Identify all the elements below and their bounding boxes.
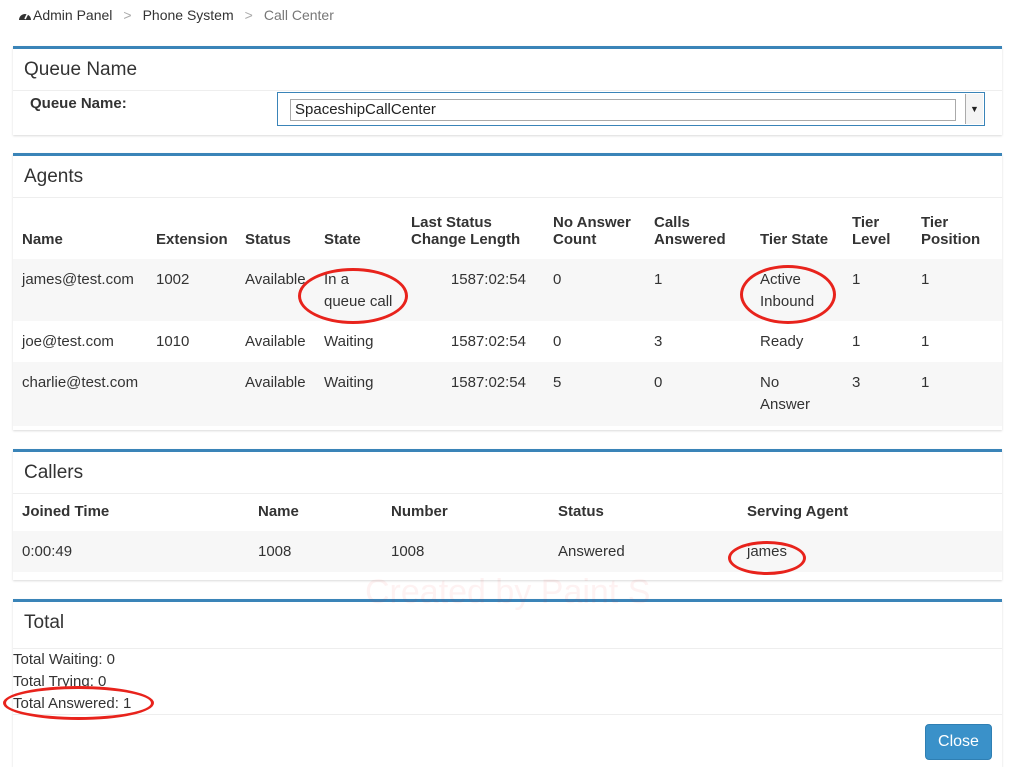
queue-name-selected-value: SpaceshipCallCenter [290,99,956,121]
agent-tier-position: 1 [921,333,930,350]
column-header-caller-name: Name [258,503,299,520]
column-header-name: Name [22,231,63,248]
cell-line: queue call [324,293,393,310]
table-row: charlie@test.com Available Waiting 1587:… [13,362,1002,426]
agent-name: james@test.com [13,259,147,321]
queue-panel: Queue Name Queue Name: SpaceshipCallCent… [13,46,1002,135]
header-line: Change Length [411,231,521,248]
total-trying: Total Trying: 0 [13,673,107,690]
header-line: Tier [921,214,949,231]
table-row: 0:00:49 1008 1008 Answered james [13,531,1002,572]
agents-table: Name Extension Status State Last Status C… [13,198,1002,426]
table-row: joe@test.com 1010 Available Waiting 1587… [13,321,1002,362]
header-line: Count [553,231,597,248]
total-answered: Total Answered: 1 [13,695,132,712]
agent-state: Waiting [324,333,374,350]
agents-panel: Agents Name Extension Status State Last … [13,153,1002,430]
dashboard-icon [19,12,31,20]
agents-panel-title: Agents [13,156,1002,198]
table-row: james@test.com 1002 Available In a queue … [13,259,1002,321]
caller-number: 1008 [382,531,549,572]
agent-status: Available [245,333,306,350]
agent-calls-answered: 1 [645,259,751,321]
header-line: Calls [654,214,690,231]
agent-no-answer-count: 0 [553,333,562,350]
breadcrumb-phone-system[interactable]: Phone System [143,7,234,23]
header-line: Answered [654,231,726,248]
column-header-tier-state: Tier State [760,231,829,248]
column-header-number: Number [391,503,448,520]
queue-panel-title: Queue Name [13,49,1002,91]
cell-line: Answer [760,396,811,413]
column-header-status: Status [245,231,291,248]
header-line: No Answer [553,214,631,231]
agent-no-answer-count: 5 [544,362,645,426]
breadcrumb-call-center: Call Center [263,7,334,23]
column-header-calls-answered: Calls Answered [645,198,751,259]
header-line: Last Status [411,214,492,231]
agent-last-status-length: 1587:02:54 [402,259,544,321]
agent-tier-level: 1 [843,259,912,321]
agent-name: charlie@test.com [13,362,147,426]
cell-line: In a [324,271,350,288]
agent-last-status-length: 1587:02:54 [402,362,544,426]
table-header-row: Joined Time Name Number Status Serving A… [13,494,1002,531]
agent-tier-position: 1 [912,259,1002,321]
agent-tier-level: 1 [852,333,861,350]
agent-tier-state: Active Inbound [751,259,843,321]
agent-status: Available [236,259,315,321]
agent-tier-position: 1 [912,362,1002,426]
callers-table: Joined Time Name Number Status Serving A… [13,494,1002,572]
table-header-row: Name Extension Status State Last Status C… [13,198,1002,259]
total-panel: Total Total Waiting: 0 Total Trying: 0 T… [13,599,1002,767]
agent-calls-answered: 0 [645,362,751,426]
queue-name-select[interactable]: SpaceshipCallCenter ▼ [277,92,985,126]
close-button[interactable]: Close [925,724,992,760]
footer-divider [13,714,1002,715]
agent-tier-level: 3 [843,362,912,426]
agent-extension: 1002 [147,259,236,321]
caller-name: 1008 [249,531,382,572]
column-header-last-status-change: Last Status Change Length [402,198,544,259]
totals-list: Total Waiting: 0 Total Trying: 0 Total A… [13,649,131,715]
cell-line: Inbound [760,293,815,310]
total-waiting: Total Waiting: 0 [13,651,115,668]
column-header-serving-agent: Serving Agent [747,503,849,520]
agent-name: joe@test.com [22,333,114,350]
agent-calls-answered: 3 [654,333,663,350]
column-header-extension: Extension [156,231,228,248]
agent-no-answer-count: 0 [544,259,645,321]
agent-tier-state: No Answer [751,362,843,426]
agent-extension: 1010 [156,333,190,350]
header-line: Level [852,231,891,248]
header-line: Position [921,231,981,248]
agent-state: Waiting [315,362,402,426]
breadcrumb-admin-panel[interactable]: Admin Panel [33,7,112,23]
caret-down-icon[interactable]: ▼ [965,94,983,124]
breadcrumb-separator: > [244,7,253,23]
caller-joined-time: 0:00:49 [13,531,249,572]
column-header-no-answer-count: No Answer Count [544,198,645,259]
column-header-tier-position: Tier Position [912,198,1002,259]
caller-serving-agent: james [738,531,1002,572]
agent-last-status-length: 1587:02:54 [450,333,526,350]
header-line: Tier [852,214,880,231]
column-header-caller-status: Status [558,503,604,520]
queue-name-label: Queue Name: [30,95,127,112]
agent-state: In a queue call [315,259,402,321]
cell-line: Active [760,271,801,288]
column-header-tier-level: Tier Level [843,198,912,259]
callers-panel-title: Callers [13,452,1002,494]
column-header-state: State [324,231,361,248]
total-panel-title: Total [13,602,1002,649]
breadcrumb-separator: > [123,7,132,23]
cell-line: No [760,374,780,391]
agent-tier-state: Ready [760,333,804,350]
caller-status: Answered [549,531,738,572]
agent-extension [147,362,236,426]
agent-status: Available [236,362,315,426]
breadcrumb: Admin Panel > Phone System > Call Center [18,5,334,25]
column-header-joined-time: Joined Time [22,503,110,520]
callers-panel: Callers Joined Time Name Number Status S… [13,449,1002,580]
